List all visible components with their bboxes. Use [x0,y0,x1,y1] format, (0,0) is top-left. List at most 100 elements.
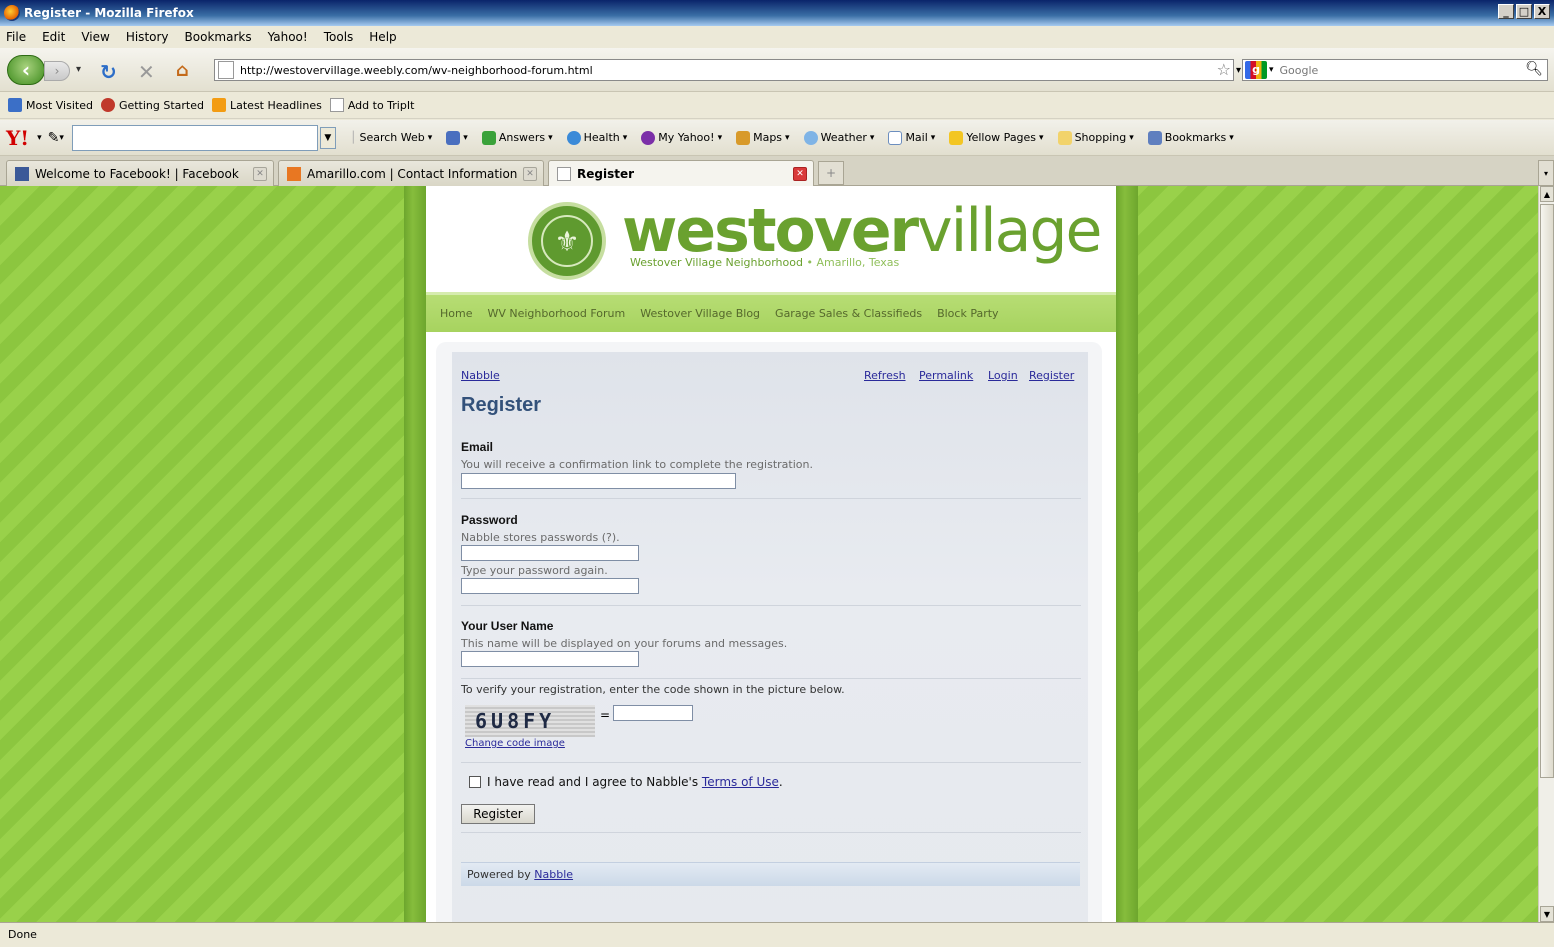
yahoo-toolbar: Y! ▾ ✎ ▾ ▼ │ Search Web ▾ ▾ Answers ▾ Healt… [0,120,1554,156]
tab-facebook[interactable]: Welcome to Facebook! | Facebook ✕ [6,160,274,186]
bookmark-label: Most Visited [26,98,93,112]
home-icon[interactable]: ⌂ [176,60,189,81]
site-nav-forum[interactable]: WV Neighborhood Forum [487,307,625,320]
tab-close-icon[interactable]: ✕ [793,167,807,181]
divider [461,762,1081,763]
username-field[interactable] [461,651,639,667]
history-dropdown-icon[interactable]: ▾ [76,64,81,75]
maps-icon [736,130,751,145]
tab-bar: Welcome to Facebook! | Facebook ✕ Amaril… [0,156,1554,187]
menu-bookmarks[interactable]: Bookmarks [185,28,252,46]
scrollbar-thumb[interactable] [1540,204,1554,778]
search-icon[interactable]: 🔍︎ [1525,61,1543,77]
facebook-icon [15,166,29,181]
refresh-link[interactable]: Refresh [864,369,906,382]
yahoo-shield-button[interactable]: ▾ [446,130,468,145]
captcha-field[interactable] [613,705,693,721]
menu-file[interactable]: File [6,28,26,46]
yahoo-yellow-pages[interactable]: Yellow Pages ▾ [949,130,1044,145]
tab-amarillo[interactable]: Amarillo.com | Contact Information ✕ [278,160,544,186]
yahoo-weather[interactable]: Weather ▾ [803,130,874,145]
yahoo-menu-dropdown-icon[interactable]: ▾ [37,133,42,143]
yahoo-health[interactable]: Health ▾ [566,130,627,145]
forward-button[interactable]: › [44,61,70,81]
site-nav-blog[interactable]: Westover Village Blog [640,307,760,320]
yahoo-search-input[interactable] [71,124,318,151]
terms-checkbox[interactable] [469,776,481,788]
close-button[interactable]: X [1534,4,1550,19]
password-label: Password [461,513,518,527]
amarillo-icon [287,166,301,181]
bookmark-latest-headlines[interactable]: Latest Headlines [212,98,322,112]
menu-help[interactable]: Help [369,28,396,46]
yahoo-shopping[interactable]: Shopping ▾ [1057,130,1134,145]
engine-dropdown-icon[interactable]: ▾ [1269,65,1274,75]
password-confirm-field[interactable] [461,578,639,594]
menu-tools[interactable]: Tools [324,28,354,46]
reload-icon[interactable]: ↻ [100,60,117,84]
chevron-down-icon: ▾ [785,132,790,143]
password-again-hint: Type your password again. [461,564,608,577]
menu-edit[interactable]: Edit [42,28,65,46]
register-link[interactable]: Register [1029,369,1074,382]
site-nav-home[interactable]: Home [440,307,472,320]
nabble-home-link[interactable]: Nabble [461,369,500,382]
yahoo-answers[interactable]: Answers ▾ [481,130,553,145]
username-hint: This name will be displayed on your foru… [461,637,788,650]
yahoo-search-dropdown[interactable]: ▼ [319,126,336,149]
bookmark-add-to-tripit[interactable]: Add to TripIt [329,98,414,112]
rss-icon [212,98,226,112]
url-dropdown-icon[interactable]: ▾ [1236,65,1241,76]
site-nav-block-party[interactable]: Block Party [937,307,998,320]
stop-icon[interactable]: ✕ [138,60,155,84]
tab-close-icon[interactable]: ✕ [253,167,267,181]
yahoo-item-label: Yellow Pages [966,131,1037,144]
page-icon [329,98,344,112]
forum-embed: Nabble Refresh Permalink Login Register … [436,342,1102,922]
register-button[interactable]: Register [461,804,535,824]
password-field[interactable] [461,545,639,561]
yahoo-bookmarks[interactable]: Bookmarks ▾ [1147,130,1234,145]
google-engine-icon[interactable]: g [1245,61,1267,79]
back-button[interactable]: ‹ [7,55,45,85]
menu-view[interactable]: View [81,28,109,46]
tab-close-icon[interactable]: ✕ [523,167,537,181]
chevron-down-icon: ▾ [1039,132,1044,143]
url-bar[interactable]: http://westovervillage.weebly.com/wv-nei… [214,59,1234,81]
bookmark-star-icon[interactable]: ☆ [1217,60,1231,79]
terms-text: I have read and I agree to Nabble's Term… [487,775,783,789]
fleur-de-lis-logo[interactable]: ⚜ [528,202,606,280]
email-field[interactable] [461,473,736,489]
pencil-icon[interactable]: ✎ [48,130,60,146]
yahoo-search-web-button[interactable]: │ Search Web ▾ [350,131,432,144]
maximize-button[interactable]: □ [1516,4,1532,19]
site-nav-garage-sales[interactable]: Garage Sales & Classifieds [775,307,922,320]
bookmark-most-visited[interactable]: Most Visited [8,98,93,112]
bookmark-label: Getting Started [118,98,204,112]
answers-icon [481,130,496,145]
new-tab-button[interactable]: + [818,161,844,185]
menu-yahoo[interactable]: Yahoo! [268,28,308,46]
scroll-up-icon[interactable]: ▲ [1540,186,1554,202]
status-text: Done [8,928,37,941]
permalink-link[interactable]: Permalink [919,369,973,382]
yahoo-maps[interactable]: Maps ▾ [736,130,790,145]
menu-history[interactable]: History [126,28,169,46]
scroll-down-icon[interactable]: ▼ [1540,906,1554,922]
tab-register[interactable]: Register ✕ [548,160,814,187]
powered-by-nabble-link[interactable]: Nabble [534,868,573,881]
site-tagline: Westover Village Neighborhood • Amarillo… [630,256,899,269]
yahoo-my-yahoo[interactable]: My Yahoo! ▾ [641,130,722,145]
yahoo-mail[interactable]: Mail ▾ [888,130,935,145]
bookmark-getting-started[interactable]: Getting Started [100,98,204,112]
minimize-button[interactable]: _ [1498,4,1514,19]
pencil-dropdown-icon[interactable]: ▾ [59,133,64,143]
login-link[interactable]: Login [988,369,1018,382]
vertical-scrollbar[interactable]: ▲ ▼ [1538,186,1554,922]
yahoo-logo[interactable]: Y! [6,126,29,150]
terms-of-use-link[interactable]: Terms of Use [702,775,779,789]
change-code-link[interactable]: Change code image [465,738,565,749]
tab-list-dropdown[interactable]: ▾ [1538,160,1554,186]
search-box[interactable]: g ▾ Google 🔍︎ [1242,59,1548,81]
yahoo-item-label: Health [583,131,620,144]
